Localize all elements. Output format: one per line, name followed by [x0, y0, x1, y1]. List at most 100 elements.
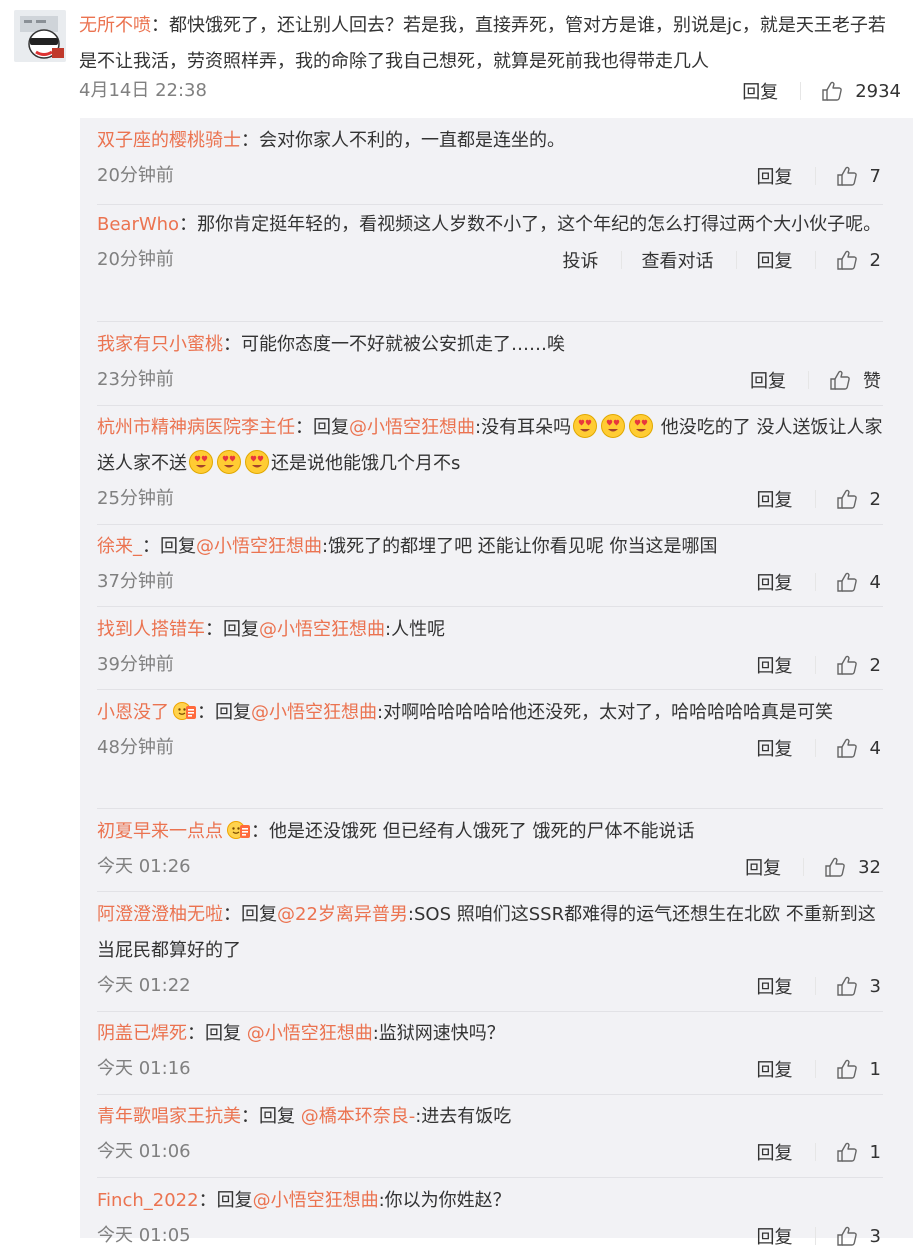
like-count: 1 — [869, 1058, 881, 1080]
heart-eyes-emoji — [572, 413, 598, 439]
reply-item: 阿澄澄澄柚无啦：回复@22岁离异普男:SOS 照咱们这SSR都难得的运气还想生在… — [97, 897, 883, 1001]
thumbs-up-icon[interactable] — [836, 249, 858, 271]
reply-username[interactable]: 初夏早来一点点 — [97, 821, 223, 842]
reply-button[interactable]: 回复 — [757, 735, 793, 761]
reply-button[interactable]: 回复 — [757, 1223, 793, 1249]
reply-mention[interactable]: @小悟空狂想曲 — [259, 619, 385, 640]
reply-text: 初夏早来一点点 ：他是还没饿死 但已经有人饿死了 饿死的尸体不能说话 — [97, 814, 883, 850]
reply-text: 小恩没了 ：回复@小悟空狂想曲:对啊哈哈哈哈哈他还没死，太对了，哈哈哈哈哈真是可笑 — [97, 695, 883, 731]
reply-time: 20分钟前 — [97, 249, 174, 270]
reply-button[interactable]: 回复 — [757, 1056, 793, 1082]
thumbs-up-icon[interactable] — [836, 654, 858, 676]
thumbs-up-icon[interactable] — [836, 975, 858, 997]
action-divider — [803, 858, 805, 876]
reply-button[interactable]: 回复 — [757, 652, 793, 678]
reply-button[interactable]: 回复 — [745, 854, 781, 880]
thumbs-up-icon[interactable] — [836, 1058, 858, 1080]
like-count: 2 — [869, 654, 881, 676]
reply-button[interactable]: 回复 — [750, 367, 786, 393]
reply-footer: 48分钟前 回复 4 — [97, 733, 883, 763]
reply-button[interactable]: 回复 — [757, 973, 793, 999]
main-comment-actions: 回复 2934 — [742, 76, 901, 106]
reply-button[interactable]: 回复 — [757, 569, 793, 595]
reply-item: 杭州市精神病医院李主任：回复@小悟空狂想曲:没有耳朵吗 他没吃的了 没人送饭让人… — [97, 410, 883, 514]
thumbs-up-icon[interactable] — [836, 571, 858, 593]
reply-mention[interactable]: @小悟空狂想曲 — [247, 1023, 373, 1044]
thumbs-up-icon[interactable] — [836, 488, 858, 510]
fan-badge-icon — [227, 818, 251, 840]
like-count: 1 — [869, 1141, 881, 1163]
reply-username[interactable]: 双子座的樱桃骑士 — [97, 130, 241, 151]
reply-text: 青年歌唱家王抗美：回复 @橋本环奈良-:进去有饭吃 — [97, 1099, 883, 1135]
reply-prefix: ：回复 — [142, 536, 196, 557]
reply-item: 青年歌唱家王抗美：回复 @橋本环奈良-:进去有饭吃 今天 01:06 回复 1 — [97, 1099, 883, 1167]
reply-prefix: ：回复 — [295, 417, 349, 438]
thumbs-up-icon[interactable] — [829, 369, 851, 391]
reply-prefix: ：回复 — [205, 619, 259, 640]
reply-username[interactable]: Finch_2022 — [97, 1190, 199, 1211]
reply-mention[interactable]: @小悟空狂想曲 — [251, 702, 377, 723]
reply-body: :人性呢 — [385, 619, 446, 640]
reply-footer: 今天 01:05 回复 3 — [97, 1221, 883, 1251]
reply-mention[interactable]: @小悟空狂想曲 — [196, 536, 322, 557]
action-divider — [735, 251, 737, 269]
reply-time: 20分钟前 — [97, 165, 174, 186]
thumbs-up-icon[interactable] — [836, 737, 858, 759]
reply-username[interactable]: 徐来_ — [97, 536, 142, 557]
view-conversation-button[interactable]: 查看对话 — [642, 247, 714, 273]
reply-actions: 回复 3 — [757, 971, 881, 1001]
report-button[interactable]: 投诉 — [563, 247, 599, 273]
reply-body: :对啊哈哈哈哈哈他还没死，太对了，哈哈哈哈哈真是可笑 — [377, 702, 834, 723]
reply-time: 今天 01:16 — [97, 1058, 191, 1079]
action-divider — [808, 371, 809, 389]
main-comment-username[interactable]: 无所不喷 — [79, 15, 151, 36]
reply-text: 阿澄澄澄柚无啦：回复@22岁离异普男:SOS 照咱们这SSR都难得的运气还想生在… — [97, 897, 883, 969]
reply-username[interactable]: 找到人搭错车 — [97, 619, 205, 640]
thumbs-up-icon[interactable] — [824, 856, 846, 878]
reply-divider — [97, 808, 883, 809]
reply-username[interactable]: BearWho — [97, 214, 179, 235]
reply-button[interactable]: 回复 — [757, 163, 793, 189]
reply-divider — [97, 204, 883, 205]
reply-button[interactable]: 回复 — [757, 247, 793, 273]
reply-username[interactable]: 我家有只小蜜桃 — [97, 334, 223, 355]
thumbs-up-icon[interactable] — [836, 1141, 858, 1163]
reply-username[interactable]: 阴盖已焊死 — [97, 1023, 187, 1044]
reply-divider — [97, 891, 883, 892]
reply-username[interactable]: 小恩没了 — [97, 702, 169, 723]
like-count: 2 — [869, 488, 881, 510]
reply-button[interactable]: 回复 — [757, 486, 793, 512]
reply-body: 还是说他能饿几个月不s — [271, 453, 461, 474]
reply-body: :饿死了的都埋了吧 还能让你看见呢 你当这是哪国 — [322, 536, 718, 557]
reply-mention[interactable]: @小悟空狂想曲 — [253, 1190, 379, 1211]
reply-mention[interactable]: @22岁离异普男 — [277, 904, 408, 925]
reply-time: 37分钟前 — [97, 571, 174, 592]
thumbs-up-icon[interactable] — [821, 80, 843, 102]
reply-time: 今天 01:22 — [97, 975, 191, 996]
reply-username[interactable]: 青年歌唱家王抗美 — [97, 1106, 241, 1127]
reply-mention[interactable]: @橋本环奈良- — [301, 1106, 416, 1127]
reply-divider — [97, 524, 883, 525]
heart-eyes-emoji — [244, 449, 270, 475]
reply-item: 双子座的樱桃骑士：会对你家人不利的，一直都是连坐的。 20分钟前 回复 7 — [97, 123, 883, 191]
reply-mention[interactable]: @小悟空狂想曲 — [349, 417, 475, 438]
thumbs-up-icon[interactable] — [836, 1225, 858, 1247]
reply-prefix: ：回复 — [197, 702, 251, 723]
reply-text: 双子座的樱桃骑士：会对你家人不利的，一直都是连坐的。 — [97, 123, 883, 159]
reply-button[interactable]: 回复 — [757, 1139, 793, 1165]
main-comment-footer: 4月14日 22:38 回复 2934 — [79, 76, 901, 106]
reply-footer: 今天 01:22 回复 3 — [97, 971, 883, 1001]
reply-divider — [97, 321, 883, 322]
reply-body: ：可能你态度一不好就被公安抓走了……唉 — [223, 334, 565, 355]
reply-actions: 回复 7 — [757, 161, 881, 191]
reply-text: Finch_2022：回复@小悟空狂想曲:你以为你姓赵？ — [97, 1183, 883, 1219]
reply-username[interactable]: 杭州市精神病医院李主任 — [97, 417, 295, 438]
reply-time: 23分钟前 — [97, 369, 174, 390]
reply-item: 找到人搭错车：回复@小悟空狂想曲:人性呢 39分钟前 回复 2 — [97, 612, 883, 680]
avatar[interactable] — [14, 10, 66, 62]
reply-text: BearWho：那你肯定挺年轻的，看视频这人岁数不小了，这个年纪的怎么打得过两个… — [97, 207, 883, 243]
reply-time: 48分钟前 — [97, 737, 174, 758]
thumbs-up-icon[interactable] — [836, 165, 858, 187]
reply-username[interactable]: 阿澄澄澄柚无啦 — [97, 904, 223, 925]
reply-button[interactable]: 回复 — [742, 78, 778, 104]
